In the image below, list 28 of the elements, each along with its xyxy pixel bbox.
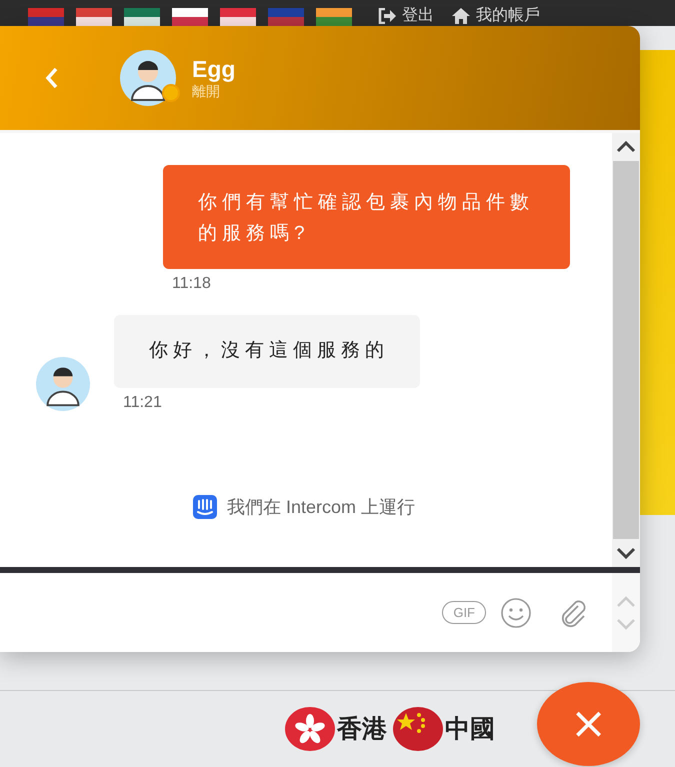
avatar-icon	[36, 357, 90, 411]
emoji-button[interactable]	[500, 596, 532, 628]
star-flag-icon	[393, 706, 443, 750]
status-dot	[162, 84, 180, 102]
scrollbar[interactable]	[612, 133, 640, 567]
home-icon	[452, 8, 470, 24]
flag-icon[interactable]	[76, 8, 112, 26]
chevron-up-icon[interactable]	[616, 141, 636, 153]
top-link[interactable]: 登出	[378, 6, 434, 26]
agent-status: 離開	[192, 82, 221, 100]
chat-logo-icon	[192, 495, 217, 519]
message-bubble: 你好，沒有這個服務的	[114, 315, 420, 388]
message-time: 11:18	[172, 275, 211, 293]
powered-by-text: 我們在 Intercom 上運行	[226, 496, 416, 519]
agent-name: Egg	[192, 56, 236, 82]
chevron-left-icon	[45, 67, 59, 89]
chevron-down-icon[interactable]	[616, 547, 636, 559]
top-link[interactable]: 我的帳戶	[452, 6, 540, 26]
flower-flag-icon	[285, 706, 335, 750]
message-time: 11:21	[123, 394, 162, 412]
flag-icon[interactable]	[172, 8, 208, 26]
flag-icon[interactable]	[220, 8, 256, 26]
avatar-icon	[120, 50, 176, 106]
language-link[interactable]: 香港	[285, 706, 387, 750]
language-link[interactable]: 中國	[393, 706, 495, 750]
flag-icon[interactable]	[124, 8, 160, 26]
message-bubble: 你們有幫忙確認包裹內物品件數的服務嗎?	[163, 165, 570, 269]
logout-icon	[378, 8, 396, 24]
